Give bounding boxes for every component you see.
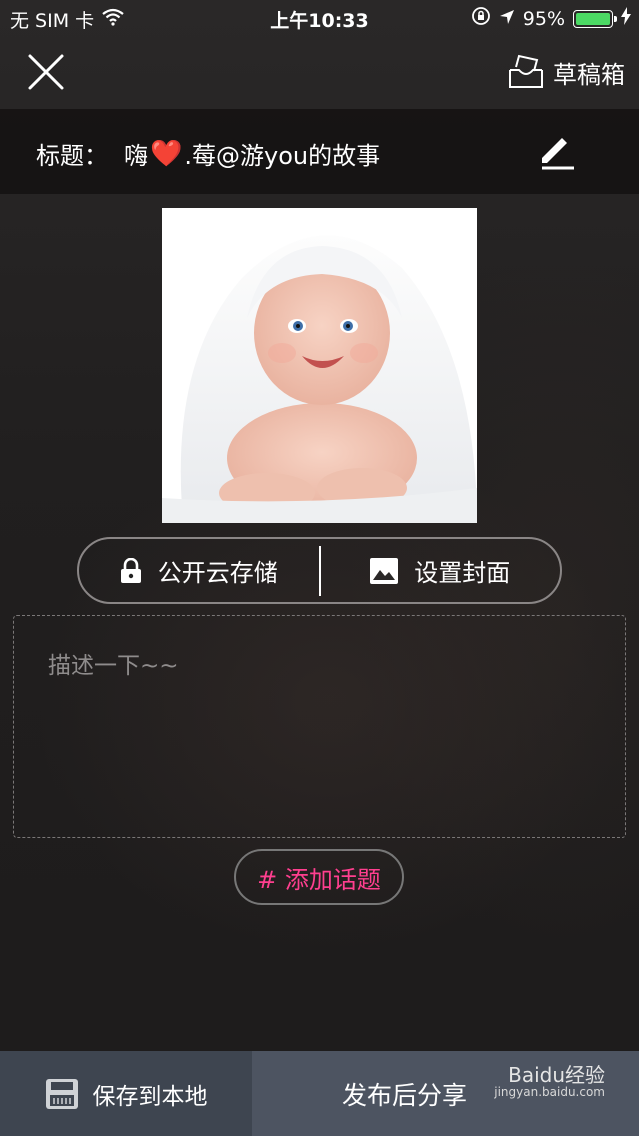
top-nav: 草稿箱 bbox=[0, 36, 639, 108]
add-topic-button[interactable]: # 添加话题 bbox=[234, 849, 404, 905]
watermark-sub: jingyan.baidu.com bbox=[494, 1085, 605, 1099]
publish-share-label: 发布后分享 bbox=[342, 1080, 468, 1110]
lock-icon bbox=[120, 557, 141, 583]
description-textarea[interactable]: 描述一下~~ bbox=[13, 615, 626, 838]
save-local-label: 保存到本地 bbox=[92, 1083, 208, 1110]
publish-share-button[interactable]: 发布后分享 Baidu经验 jingyan.baidu.com bbox=[252, 1051, 639, 1136]
drafts-label: 草稿箱 bbox=[553, 60, 625, 89]
title-prefix: 嗨 bbox=[124, 142, 148, 170]
set-cover-button[interactable]: 设置封面 bbox=[321, 539, 561, 602]
location-arrow-icon bbox=[499, 8, 515, 30]
image-icon bbox=[370, 557, 399, 584]
orientation-lock-icon bbox=[471, 6, 491, 31]
close-icon bbox=[28, 54, 64, 90]
baidu-watermark: Baidu经验 jingyan.baidu.com bbox=[494, 1065, 605, 1099]
watermark-main: Baidu经验 bbox=[508, 1063, 605, 1087]
close-button[interactable] bbox=[22, 48, 70, 96]
charging-bolt-icon bbox=[621, 7, 631, 30]
public-storage-label: 公开云存储 bbox=[157, 559, 278, 587]
title-label: 标题： bbox=[36, 142, 108, 170]
action-pill: 公开云存储 设置封面 bbox=[77, 537, 562, 604]
status-bar: 无 SIM 卡 上午10:33 95% bbox=[0, 0, 639, 36]
pencil-icon bbox=[542, 138, 574, 170]
baby-photo-image bbox=[162, 208, 477, 523]
cover-photo[interactable] bbox=[162, 208, 477, 523]
battery-icon bbox=[573, 9, 617, 28]
title-text: 嗨 ❤️ .莓@游you的故事 bbox=[124, 136, 380, 171]
screen: 无 SIM 卡 上午10:33 95% 草稿箱 标题： 嗨 ❤️ .莓@游you… bbox=[0, 0, 639, 1136]
bottom-bar: 保存到本地 发布后分享 Baidu经验 jingyan.baidu.com bbox=[0, 1051, 639, 1136]
save-disk-icon bbox=[45, 1078, 78, 1109]
title-suffix: .莓@游you的故事 bbox=[184, 142, 381, 170]
drafts-button[interactable]: 草稿箱 bbox=[507, 54, 625, 90]
save-local-button[interactable]: 保存到本地 bbox=[0, 1051, 252, 1136]
public-storage-button[interactable]: 公开云存储 bbox=[79, 539, 319, 602]
status-right: 95% bbox=[471, 6, 631, 31]
edit-title-button[interactable] bbox=[536, 133, 576, 173]
battery-percent: 95% bbox=[522, 7, 565, 30]
set-cover-label: 设置封面 bbox=[414, 559, 511, 587]
title-row[interactable]: 标题： 嗨 ❤️ .莓@游you的故事 bbox=[0, 109, 639, 194]
heart-emoji: ❤️ bbox=[150, 138, 183, 169]
description-placeholder: 描述一下~~ bbox=[48, 653, 179, 679]
drafts-box-icon bbox=[509, 54, 543, 88]
